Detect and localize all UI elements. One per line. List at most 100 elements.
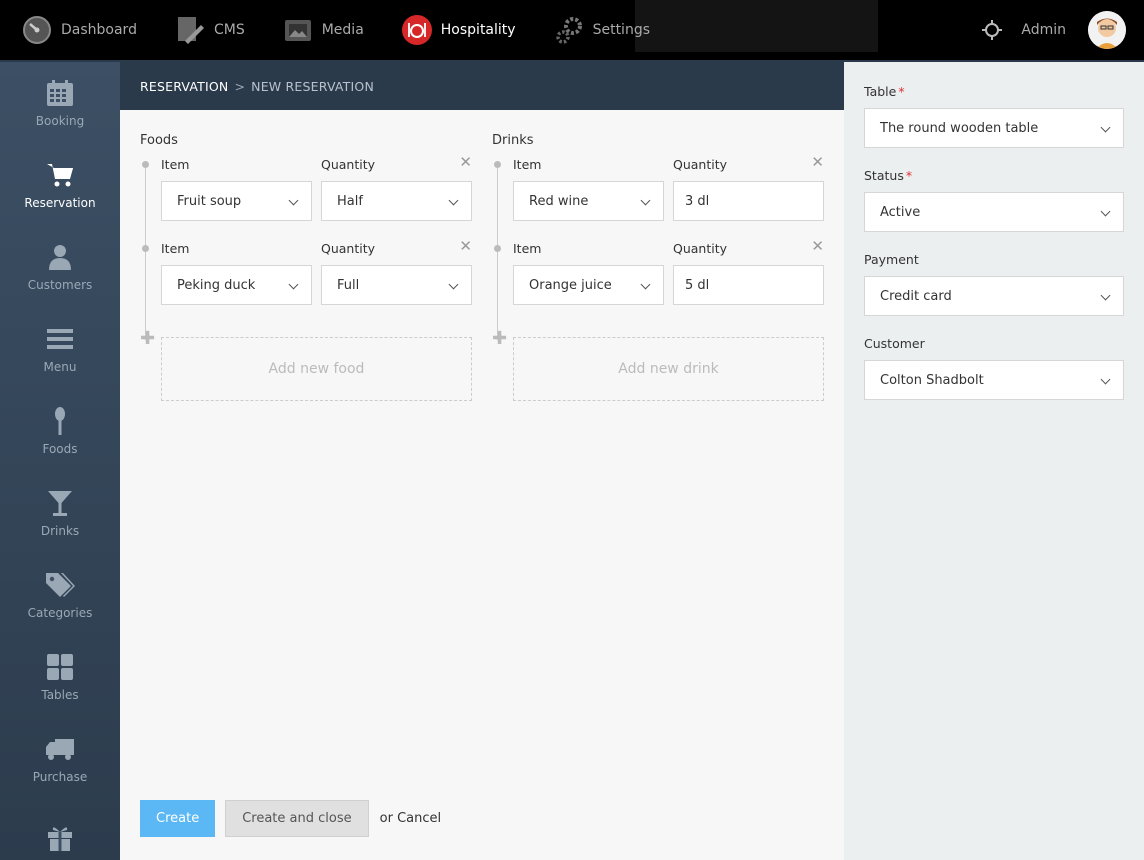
topnav-media[interactable]: Media: [261, 0, 380, 60]
remove-row-icon[interactable]: ✕: [459, 153, 472, 171]
drink-item-select[interactable]: Orange juice: [513, 265, 664, 305]
or-text: or: [379, 811, 393, 826]
drink-quantity-input[interactable]: [673, 181, 824, 221]
sidebar-item-label: Customers: [27, 278, 93, 292]
select-value: Credit card: [880, 288, 952, 304]
topnav-label: Settings: [592, 22, 650, 38]
select-value: Fruit soup: [177, 193, 242, 209]
sidebar-item-booking[interactable]: Booking: [0, 62, 120, 144]
topnav-settings[interactable]: Settings: [532, 0, 666, 60]
plus-icon[interactable]: ✚: [140, 330, 155, 348]
user-name: Admin: [1021, 22, 1066, 38]
create-and-close-button[interactable]: Create and close: [225, 800, 369, 837]
details-panel: Table * The round wooden table Status * Ac…: [844, 62, 1144, 860]
chevron-down-icon: [448, 195, 459, 206]
payment-select[interactable]: Credit card: [864, 276, 1124, 316]
select-value: Colton Shadbolt: [880, 372, 984, 388]
breadcrumb-current: NEW RESERVATION: [251, 78, 374, 94]
food-quantity-select[interactable]: Half: [321, 181, 472, 221]
create-button[interactable]: Create: [140, 800, 216, 837]
select-value: The round wooden table: [880, 120, 1039, 136]
sidebar-item-purchase[interactable]: Purchase: [0, 718, 120, 800]
customer-select[interactable]: Colton Shadbolt: [864, 360, 1124, 400]
remove-row-icon[interactable]: ✕: [459, 237, 472, 255]
spoon-icon: [45, 406, 75, 436]
top-bar: Dashboard CMS Media Hospitality Settings: [0, 0, 1144, 62]
truck-icon: [45, 734, 75, 764]
topnav-cms[interactable]: CMS: [153, 0, 261, 60]
table-select[interactable]: The round wooden table: [864, 108, 1124, 148]
food-quantity-select[interactable]: Full: [321, 265, 472, 305]
sidebar-item-label: Purchase: [32, 770, 88, 784]
sidebar-item-categories[interactable]: Categories: [0, 554, 120, 636]
form-actions: Create Create and close or Cancel: [140, 800, 441, 837]
drink-quantity-input[interactable]: [673, 265, 824, 305]
topnav-hospitality[interactable]: Hospitality: [380, 0, 532, 60]
select-value: Orange juice: [529, 277, 612, 293]
quantity-input[interactable]: [685, 193, 812, 209]
sidebar-item-label: Menu: [43, 360, 77, 374]
select-value: Full: [337, 277, 360, 293]
sidebar: Booking Reservation Customers Menu Foods…: [0, 62, 120, 860]
topnav-label: CMS: [213, 22, 245, 38]
row-bullet: [142, 161, 149, 168]
sidebar-item-label: Foods: [42, 442, 78, 456]
item-label: Item: [513, 241, 542, 256]
food-item-select[interactable]: Fruit soup: [161, 181, 312, 221]
sidebar-item-label: Tables: [41, 688, 79, 702]
user-menu[interactable]: Admin: [981, 0, 1144, 60]
crosshair-icon[interactable]: [981, 19, 1003, 41]
status-select[interactable]: Active: [864, 192, 1124, 232]
remove-row-icon[interactable]: ✕: [811, 153, 824, 171]
cocktail-icon: [45, 488, 75, 518]
quantity-input[interactable]: [685, 277, 812, 293]
cancel-link[interactable]: Cancel: [397, 811, 441, 826]
remove-row-icon[interactable]: ✕: [811, 237, 824, 255]
breadcrumb-parent[interactable]: RESERVATION: [140, 79, 228, 94]
row-bullet: [494, 161, 501, 168]
sidebar-item-tables[interactable]: Tables: [0, 636, 120, 718]
chevron-down-icon: [640, 195, 651, 206]
food-row: Item Quantity ✕ Peking duck Full: [140, 236, 472, 320]
calendar-icon: [45, 78, 75, 108]
item-label: Item: [161, 241, 190, 256]
chevron-down-icon: [288, 279, 299, 290]
chevron-down-icon: [448, 279, 459, 290]
sidebar-item-drinks[interactable]: Drinks: [0, 472, 120, 554]
sidebar-item-menu[interactable]: Menu: [0, 308, 120, 390]
sidebar-item-reservation[interactable]: Reservation: [0, 144, 120, 226]
customer-label: Customer: [864, 336, 925, 351]
item-label: Item: [161, 157, 190, 172]
topnav-dashboard[interactable]: Dashboard: [0, 0, 153, 60]
add-food-button[interactable]: Add new food: [161, 337, 472, 401]
select-value: Peking duck: [177, 277, 256, 293]
grid-icon: [45, 652, 75, 682]
hospitality-icon: [401, 15, 432, 45]
select-value: Active: [880, 204, 921, 220]
table-label: Table *: [864, 84, 905, 99]
sidebar-item-gifts[interactable]: [0, 800, 120, 860]
drink-item-select[interactable]: Red wine: [513, 181, 664, 221]
sidebar-item-foods[interactable]: Foods: [0, 390, 120, 472]
reservation-form: Foods Item Quantity ✕ Fruit soup Half It…: [120, 110, 844, 860]
plus-icon[interactable]: ✚: [492, 330, 507, 348]
speedometer-icon: [22, 15, 52, 45]
item-label: Item: [513, 157, 542, 172]
row-bullet: [494, 245, 501, 252]
quantity-label: Quantity: [321, 241, 376, 256]
gears-icon: [554, 15, 584, 45]
cart-icon: [45, 160, 75, 190]
chevron-down-icon: [288, 195, 299, 206]
sidebar-item-customers[interactable]: Customers: [0, 226, 120, 308]
breadcrumb: RESERVATION > NEW RESERVATION: [120, 62, 844, 110]
add-drink-button[interactable]: Add new drink: [513, 337, 824, 401]
gift-icon: [45, 823, 75, 853]
food-item-select[interactable]: Peking duck: [161, 265, 312, 305]
chevron-down-icon: [1100, 290, 1111, 301]
person-icon: [45, 242, 75, 272]
quantity-label: Quantity: [321, 157, 376, 172]
payment-label: Payment: [864, 252, 919, 267]
menu-icon: [45, 324, 75, 354]
avatar[interactable]: [1088, 11, 1126, 49]
quantity-label: Quantity: [673, 157, 728, 172]
